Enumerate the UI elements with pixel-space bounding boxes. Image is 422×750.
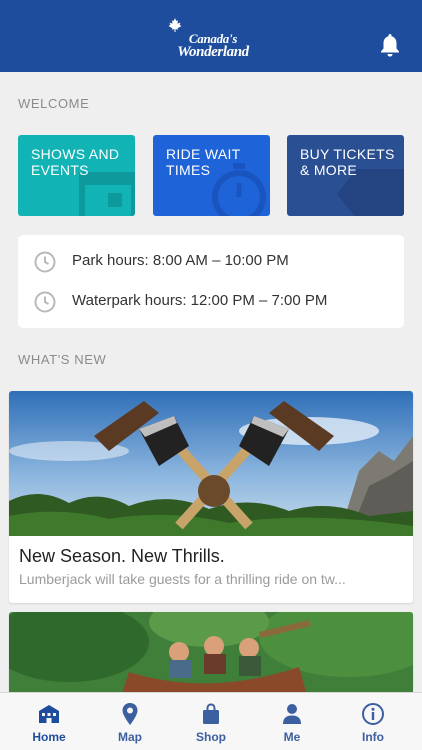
tile-label: BUY TICKETS & MORE xyxy=(300,146,395,178)
shows-and-events-tile[interactable]: SHOWS AND EVENTS xyxy=(18,135,135,216)
park-hours-text: Park hours: 8:00 AM – 10:00 PM xyxy=(72,252,289,269)
app-logo: Canada's Wonderland xyxy=(168,18,258,62)
welcome-section-label: WELCOME xyxy=(18,96,90,111)
tile-label: SHOWS AND EVENTS xyxy=(31,146,120,178)
logo-text-line2: Wonderland xyxy=(177,44,249,60)
tab-map[interactable]: Map xyxy=(88,693,172,750)
news-card[interactable]: New Season. New Thrills. Lumberjack will… xyxy=(9,391,413,603)
clock-icon xyxy=(34,251,56,273)
whats-new-section-label: WHAT'S NEW xyxy=(18,352,107,367)
news-card-title: New Season. New Thrills. xyxy=(19,546,225,566)
ride-wait-times-tile[interactable]: RIDE WAIT TIMES xyxy=(153,135,270,216)
bell-icon[interactable] xyxy=(378,32,402,58)
waterpark-hours-text: Waterpark hours: 12:00 PM – 7:00 PM xyxy=(72,292,328,309)
info-icon xyxy=(362,703,384,725)
clock-icon xyxy=(34,291,56,313)
person-icon xyxy=(283,704,301,724)
tab-home[interactable]: Home xyxy=(7,693,91,750)
tab-label: Shop xyxy=(196,730,226,744)
news-card[interactable] xyxy=(9,612,413,702)
maple-leaf-icon xyxy=(168,18,182,32)
buy-tickets-tile[interactable]: BUY TICKETS & MORE xyxy=(287,135,404,216)
tab-label: Home xyxy=(32,730,66,744)
lumberjack-ride-image xyxy=(9,391,413,536)
tab-label: Info xyxy=(362,730,384,744)
tab-shop[interactable]: Shop xyxy=(169,693,253,750)
tab-label: Map xyxy=(118,730,142,744)
park-hours-row: Park hours: 8:00 AM – 10:00 PM xyxy=(18,246,404,276)
map-pin-icon xyxy=(122,703,138,725)
news-card-description: Lumberjack will take guests for a thrill… xyxy=(19,571,346,587)
waterpark-hours-row: Waterpark hours: 12:00 PM – 7:00 PM xyxy=(18,286,404,316)
canoe-ride-image xyxy=(9,612,413,702)
tab-info[interactable]: Info xyxy=(331,693,415,750)
tab-me[interactable]: Me xyxy=(250,693,334,750)
bottom-tab-bar: Home Map Shop Me Info xyxy=(0,692,422,750)
tab-label: Me xyxy=(283,730,301,744)
park-hours-card: Park hours: 8:00 AM – 10:00 PM Waterpark… xyxy=(18,235,404,328)
shopping-bag-icon xyxy=(203,703,219,724)
park-home-icon xyxy=(39,705,59,723)
tile-label: RIDE WAIT TIMES xyxy=(166,146,241,178)
app-header: Canada's Wonderland xyxy=(0,0,422,72)
